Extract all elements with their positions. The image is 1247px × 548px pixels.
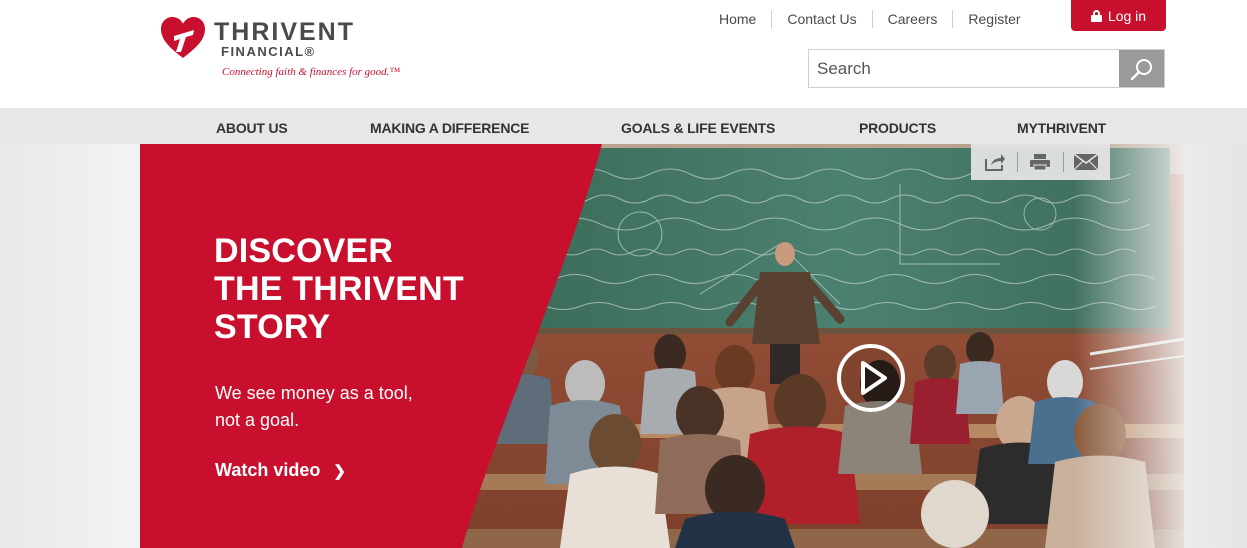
main-nav: ABOUT US MAKING A DIFFERENCE GOALS & LIF…: [0, 108, 1247, 144]
brand-subtitle: FINANCIAL®: [221, 44, 316, 59]
hero-red-panel: [140, 144, 602, 548]
hero-subtitle: We see money as a tool, not a goal.: [215, 380, 465, 434]
email-icon[interactable]: [1072, 150, 1100, 174]
thrivent-logo[interactable]: THRIVENT FINANCIAL® Connecting faith & f…: [160, 14, 430, 84]
nav-about-us[interactable]: ABOUT US: [216, 108, 288, 144]
hero-title: DISCOVER THE THRIVENT STORY: [214, 232, 534, 346]
search-box: [808, 49, 1165, 88]
util-link-home[interactable]: Home: [704, 11, 771, 27]
util-link-careers[interactable]: Careers: [873, 11, 953, 27]
hero-section: DISCOVER THE THRIVENT STORY We see money…: [0, 144, 1247, 548]
chevron-right-icon: ❯: [333, 463, 346, 480]
watch-video-link[interactable]: Watch video ❯: [215, 460, 346, 481]
nav-products[interactable]: PRODUCTS: [859, 108, 936, 144]
hero-banner: DISCOVER THE THRIVENT STORY We see money…: [140, 144, 1184, 548]
hero-subtitle-line: We see money as a tool,: [215, 383, 413, 403]
util-link-register[interactable]: Register: [953, 11, 1035, 27]
search-input[interactable]: [809, 50, 1119, 87]
lock-icon: [1090, 9, 1102, 22]
brand-name: THRIVENT: [214, 18, 355, 46]
share-separator: [1062, 152, 1064, 172]
utility-nav: Home Contact Us Careers Register: [704, 8, 1036, 30]
share-toolbar: [971, 144, 1110, 180]
hero-subtitle-line: not a goal.: [215, 410, 300, 430]
search-icon: [1130, 59, 1152, 80]
hero-edge-fade: [1074, 144, 1184, 548]
nav-making-a-difference[interactable]: MAKING A DIFFERENCE: [370, 108, 529, 144]
search-button[interactable]: [1119, 50, 1164, 87]
print-icon[interactable]: [1026, 150, 1054, 174]
watch-video-label: Watch video: [215, 460, 321, 480]
hero-title-line: STORY: [214, 308, 331, 346]
hero-title-line: THE THRIVENT: [214, 270, 464, 308]
heart-cross-logo-icon: [161, 17, 205, 58]
play-icon[interactable]: [835, 342, 907, 414]
share-separator: [1017, 152, 1019, 172]
nav-goals-life-events[interactable]: GOALS & LIFE EVENTS: [621, 108, 775, 144]
login-button[interactable]: Log in: [1071, 0, 1166, 31]
brand-tagline: Connecting faith & finances for good.™: [222, 66, 401, 78]
login-label: Log in: [1107, 7, 1147, 24]
util-link-contact-us[interactable]: Contact Us: [772, 11, 871, 27]
share-icon[interactable]: [981, 150, 1009, 174]
nav-mythrivent[interactable]: MYTHRIVENT: [1017, 108, 1106, 144]
hero-title-line: DISCOVER: [214, 232, 394, 270]
